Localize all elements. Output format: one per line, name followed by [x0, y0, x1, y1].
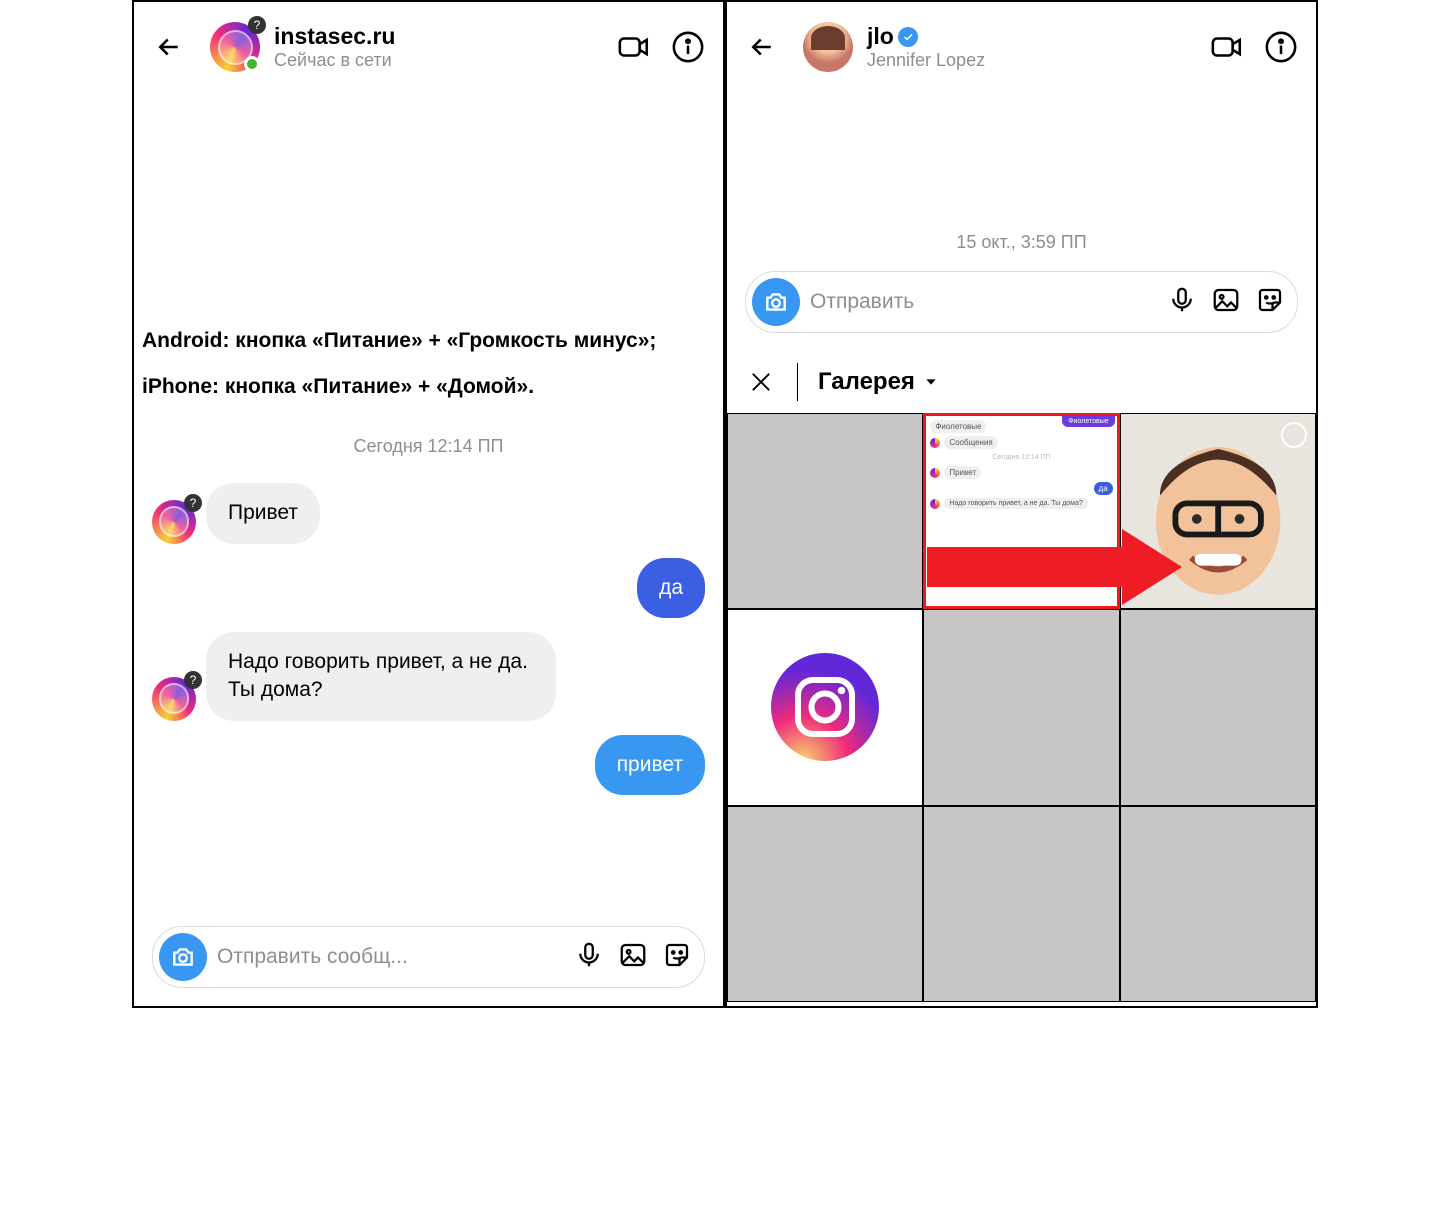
- message-list: ? Привет да ? Надо говорить привет, а не…: [134, 469, 723, 809]
- chat-subtitle: Jennifer Lopez: [867, 50, 1204, 71]
- chat-pane-left: ? instasec.ru Сейчас в сети Android: кно…: [134, 2, 723, 1006]
- info-button[interactable]: [665, 24, 711, 70]
- message-input[interactable]: [217, 945, 564, 969]
- message-row: ? Надо говорить привет, а не да. Ты дома…: [152, 632, 705, 721]
- gallery-item[interactable]: [923, 609, 1119, 805]
- callout-arrow-icon: [927, 537, 1187, 597]
- camera-button[interactable]: [159, 933, 207, 981]
- message-composer: [152, 926, 705, 988]
- select-indicator-icon: [1281, 422, 1307, 448]
- chat-title[interactable]: jlo: [867, 23, 1204, 50]
- chat-timestamp: 15 окт., 3:59 ПП: [727, 232, 1316, 253]
- verified-badge-icon: [898, 27, 918, 47]
- sender-avatar[interactable]: ?: [152, 677, 196, 721]
- gallery-grid: Фиолетовые Фиолетовые Сообщения Сегодня …: [727, 413, 1316, 1002]
- image-icon[interactable]: [1211, 285, 1241, 320]
- chat-header: ? instasec.ru Сейчас в сети: [134, 2, 723, 92]
- mic-icon[interactable]: [574, 940, 604, 975]
- sticker-icon[interactable]: [1255, 285, 1285, 320]
- sender-avatar[interactable]: ?: [152, 500, 196, 544]
- camera-button[interactable]: [752, 278, 800, 326]
- chevron-down-icon: [923, 374, 939, 390]
- gallery-item[interactable]: [727, 413, 923, 609]
- message-row: ? Привет: [152, 483, 705, 543]
- message-bubble[interactable]: привет: [595, 735, 705, 795]
- gallery-item[interactable]: [1120, 806, 1316, 1002]
- gallery-title-label: Галерея: [818, 368, 915, 396]
- instruction-text: Android: кнопка «Питание» + «Громкость м…: [134, 302, 723, 410]
- separator: [797, 363, 798, 401]
- chat-header: jlo Jennifer Lopez: [727, 2, 1316, 92]
- message-composer: [745, 271, 1298, 333]
- contact-avatar[interactable]: ?: [210, 22, 260, 72]
- gallery-item[interactable]: [727, 806, 923, 1002]
- message-row: да: [152, 558, 705, 618]
- gallery-dropdown[interactable]: Галерея: [818, 368, 939, 396]
- message-row: привет: [152, 735, 705, 795]
- back-button[interactable]: [739, 24, 785, 70]
- chat-timestamp: Сегодня 12:14 ПП: [134, 436, 723, 457]
- back-button[interactable]: [146, 24, 192, 70]
- gallery-header: Галерея: [727, 351, 1316, 413]
- message-bubble[interactable]: Привет: [206, 483, 320, 543]
- caption-line-1: Android: кнопка «Питание» + «Громкость м…: [142, 318, 715, 364]
- video-call-button[interactable]: [611, 24, 657, 70]
- mic-icon[interactable]: [1167, 285, 1197, 320]
- chat-pane-right: jlo Jennifer Lopez 15 окт., 3:59 ПП: [723, 2, 1316, 1006]
- gallery-item[interactable]: [1120, 609, 1316, 805]
- video-call-button[interactable]: [1204, 24, 1250, 70]
- info-button[interactable]: [1258, 24, 1304, 70]
- caption-line-2: iPhone: кнопка «Питание» + «Домой».: [142, 364, 715, 410]
- gallery-item[interactable]: [923, 806, 1119, 1002]
- online-indicator-icon: [244, 56, 260, 72]
- username-label: jlo: [867, 23, 894, 50]
- chat-title[interactable]: instasec.ru: [274, 23, 611, 50]
- chat-status: Сейчас в сети: [274, 50, 611, 71]
- message-bubble[interactable]: да: [637, 558, 705, 618]
- contact-avatar[interactable]: [803, 22, 853, 72]
- message-bubble[interactable]: Надо говорить привет, а не да. Ты дома?: [206, 632, 556, 721]
- close-button[interactable]: [745, 366, 777, 398]
- gallery-item[interactable]: [727, 609, 923, 805]
- sticker-icon[interactable]: [662, 940, 692, 975]
- message-input[interactable]: [810, 290, 1157, 314]
- image-icon[interactable]: [618, 940, 648, 975]
